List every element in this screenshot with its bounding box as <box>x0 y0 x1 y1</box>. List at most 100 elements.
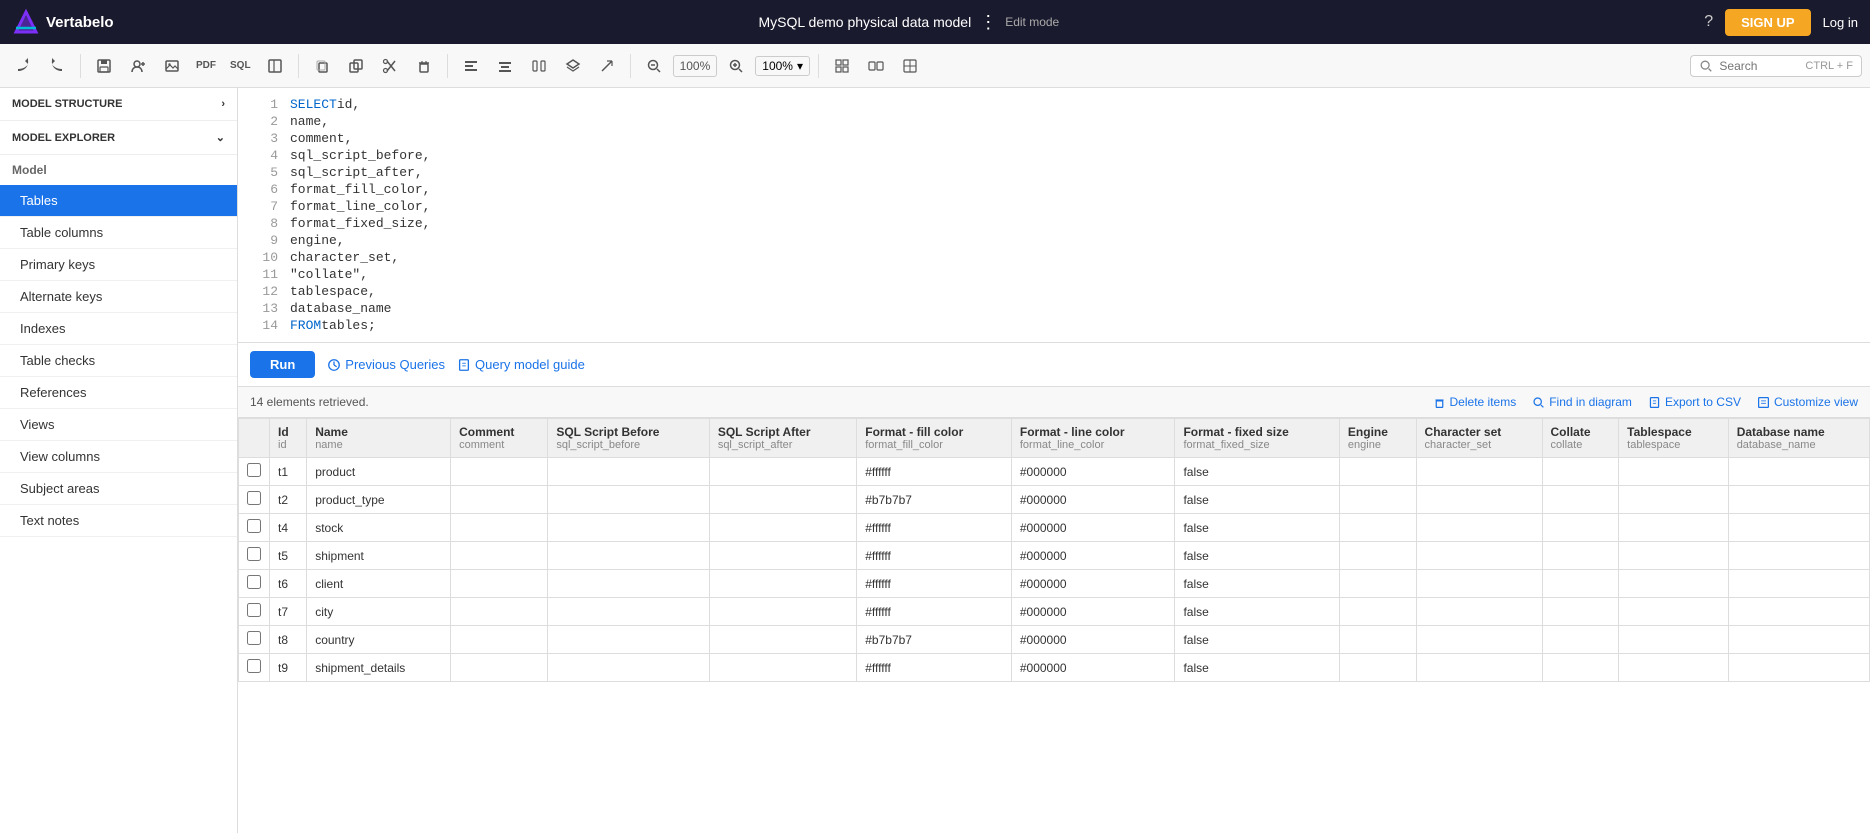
row-checkbox[interactable] <box>247 603 261 617</box>
save-button[interactable] <box>89 53 119 79</box>
redo-button[interactable] <box>42 53 72 79</box>
nav-left: Vertabelo <box>12 8 114 36</box>
sidebar-item-indexes[interactable]: Indexes <box>0 313 237 345</box>
table-cell: t6 <box>270 570 307 598</box>
row-checkbox-cell <box>239 542 270 570</box>
table-cell: #000000 <box>1011 626 1175 654</box>
run-button[interactable]: Run <box>250 351 315 378</box>
table-cell <box>1619 486 1729 514</box>
duplicate-button[interactable] <box>341 53 371 79</box>
row-checkbox[interactable] <box>247 491 261 505</box>
sidebar-item-references[interactable]: References <box>0 377 237 409</box>
table-cell: city <box>307 598 451 626</box>
table-cell <box>548 486 709 514</box>
row-checkbox[interactable] <box>247 547 261 561</box>
sidebar-item-table-columns[interactable]: Table columns <box>0 217 237 249</box>
model-explorer-header[interactable]: MODEL EXPLORER ⌄ <box>0 121 237 155</box>
previous-queries-link[interactable]: Previous Queries <box>327 357 445 372</box>
connector-button[interactable] <box>592 53 622 79</box>
undo-button[interactable] <box>8 53 38 79</box>
panel-button[interactable] <box>260 53 290 79</box>
row-checkbox[interactable] <box>247 631 261 645</box>
row-checkbox[interactable] <box>247 659 261 673</box>
code-text: format_fill_color, <box>290 182 430 197</box>
search-input[interactable] <box>1719 59 1799 73</box>
zoom-out-button[interactable] <box>639 53 669 79</box>
sidebar-item-views[interactable]: Views <box>0 409 237 441</box>
sql-button[interactable]: SQL <box>225 57 256 74</box>
table-cell: false <box>1175 458 1339 486</box>
table-cell <box>709 458 856 486</box>
code-text: name, <box>290 114 329 129</box>
model-structure-header[interactable]: MODEL STRUCTURE › <box>0 88 237 121</box>
table-cell <box>709 486 856 514</box>
sidebar-item-table-checks[interactable]: Table checks <box>0 345 237 377</box>
align-left-button[interactable] <box>456 53 486 79</box>
help-icon[interactable]: ? <box>1704 13 1713 31</box>
row-checkbox[interactable] <box>247 463 261 477</box>
row-checkbox[interactable] <box>247 575 261 589</box>
cut-icon <box>382 58 398 74</box>
login-button[interactable]: Log in <box>1823 15 1858 30</box>
layers-button[interactable] <box>558 53 588 79</box>
delete-button[interactable] <box>409 53 439 79</box>
customize-view-button[interactable]: Customize view <box>1757 395 1858 409</box>
col-header: Database namedatabase_name <box>1728 419 1869 458</box>
code-line: 8 format_fixed_size, <box>238 215 1870 232</box>
signup-button[interactable]: SIGN UP <box>1725 9 1810 36</box>
table-row: t2product_type#b7b7b7#000000false <box>239 486 1870 514</box>
menu-dots[interactable]: ⋮ <box>979 12 997 33</box>
row-checkbox[interactable] <box>247 519 261 533</box>
sidebar-item-primary-keys[interactable]: Primary keys <box>0 249 237 281</box>
sidebar-item-view-columns[interactable]: View columns <box>0 441 237 473</box>
cut-button[interactable] <box>375 53 405 79</box>
find-in-diagram-button[interactable]: Find in diagram <box>1532 395 1632 409</box>
pdf-button[interactable]: PDF <box>191 57 221 74</box>
sidebar-item-alternate-keys[interactable]: Alternate keys <box>0 281 237 313</box>
customize-label: Customize view <box>1774 395 1858 409</box>
code-text: format_fixed_size, <box>290 216 430 231</box>
col-header: Tablespacetablespace <box>1619 419 1729 458</box>
code-line: 9 engine, <box>238 232 1870 249</box>
zoom-in-button[interactable] <box>721 53 751 79</box>
divider-2 <box>298 54 299 78</box>
line-number: 9 <box>250 233 278 248</box>
line-number: 2 <box>250 114 278 129</box>
save-icon <box>96 58 112 74</box>
table-cell <box>709 570 856 598</box>
line-number: 4 <box>250 148 278 163</box>
table-cell <box>1339 542 1416 570</box>
line-number: 5 <box>250 165 278 180</box>
grid-button[interactable] <box>827 53 857 79</box>
fit-button[interactable] <box>861 53 891 79</box>
image-button[interactable] <box>157 53 187 79</box>
zoom-dropdown[interactable]: 100% ▾ <box>755 56 810 76</box>
sidebar-item-text-notes[interactable]: Text notes <box>0 505 237 537</box>
expand-button[interactable] <box>895 53 925 79</box>
zoom-reset-button[interactable]: 100% <box>673 55 718 77</box>
sidebar-item-tables[interactable]: Tables <box>0 185 237 217</box>
search-bar: CTRL + F <box>1690 55 1862 77</box>
export-csv-label: Export to CSV <box>1665 395 1741 409</box>
code-editor[interactable]: 1SELECT id,2 name,3 comment,4 sql_script… <box>238 88 1870 343</box>
copy-button[interactable] <box>307 53 337 79</box>
table-cell <box>451 458 548 486</box>
zoom-chevron: ▾ <box>797 59 803 73</box>
code-line: 10 character_set, <box>238 249 1870 266</box>
sidebar-item-subject-areas[interactable]: Subject areas <box>0 473 237 505</box>
table-cell: false <box>1175 626 1339 654</box>
export-csv-button[interactable]: Export to CSV <box>1648 395 1741 409</box>
query-guide-link[interactable]: Query model guide <box>457 357 585 372</box>
align-center-button[interactable] <box>490 53 520 79</box>
sidebar-item-text-notes-label: Text notes <box>20 513 79 528</box>
zoom-in-icon <box>728 58 744 74</box>
table-cell <box>709 654 856 682</box>
distribute-button[interactable] <box>524 53 554 79</box>
model-label: Model <box>0 155 237 185</box>
table-cell <box>1619 654 1729 682</box>
table-cell <box>451 598 548 626</box>
table-cell <box>1339 486 1416 514</box>
action-bar: Run Previous Queries Query model guide <box>238 343 1870 387</box>
add-person-button[interactable] <box>123 53 153 79</box>
delete-items-button[interactable]: Delete items <box>1433 395 1517 409</box>
